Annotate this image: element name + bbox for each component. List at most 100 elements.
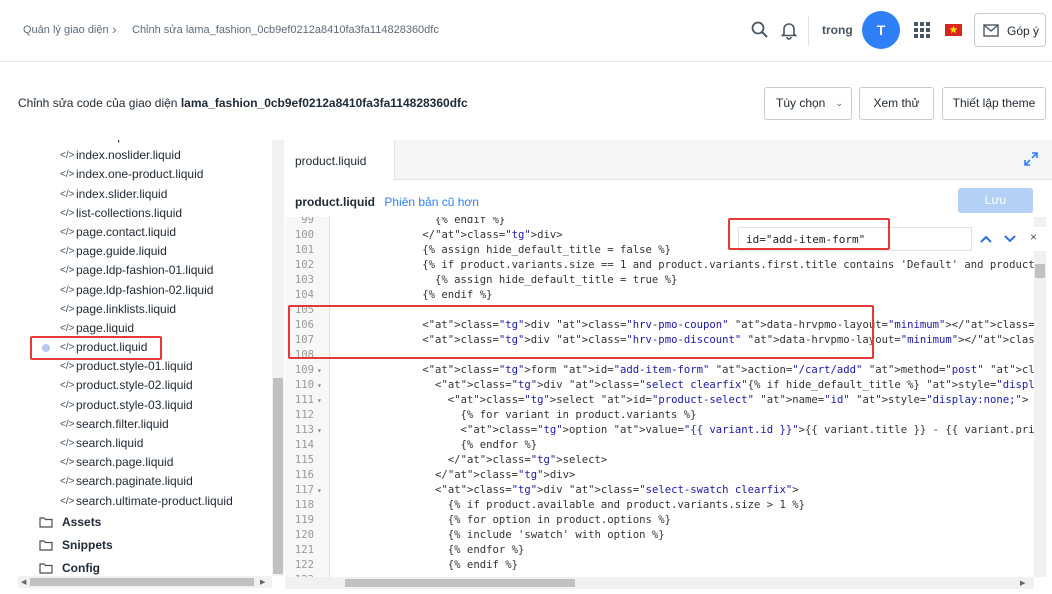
theme-settings-button[interactable]: Thiết lập theme bbox=[942, 87, 1046, 120]
user-name[interactable]: trong bbox=[822, 23, 853, 37]
topbar-divider bbox=[808, 16, 809, 46]
file-item[interactable]: </> index.one-product.liquid bbox=[18, 165, 270, 184]
fold-arrow-icon[interactable]: ▾ bbox=[317, 393, 322, 408]
find-previous-button[interactable] bbox=[976, 229, 996, 249]
code-line[interactable]: 118 {% if product.available and product.… bbox=[285, 498, 1039, 513]
editor-scroll-right-icon[interactable]: ▶ bbox=[1020, 579, 1025, 587]
code-line[interactable]: 108 bbox=[285, 348, 1039, 363]
search-icon[interactable] bbox=[750, 20, 770, 40]
code-text: {% endif %} bbox=[333, 559, 518, 571]
file-name: list-collections.liquid bbox=[76, 205, 183, 220]
code-line[interactable]: 109 ▾ <"at">class="tg">form "at">id="add-… bbox=[285, 363, 1039, 378]
tab-product-liquid[interactable]: product.liquid bbox=[285, 140, 395, 181]
code-line[interactable]: 110 ▾ <"at">class="tg">div "at">class="se… bbox=[285, 378, 1039, 393]
line-number: 100 bbox=[294, 229, 314, 241]
close-find-icon[interactable]: × bbox=[1030, 230, 1037, 244]
preview-button[interactable]: Xem thử bbox=[859, 87, 934, 120]
code-line[interactable]: 115 </"at">class="tg">select> bbox=[285, 453, 1039, 468]
scroll-right-icon[interactable]: ▶ bbox=[260, 578, 265, 586]
file-item[interactable]: </> index.slider.liquid bbox=[18, 185, 270, 204]
breadcrumb-edit-theme[interactable]: Chỉnh sửa lama_fashion_0cb9ef0212a8410fa… bbox=[132, 24, 439, 36]
code-text: {% include 'swatch' with option %} bbox=[333, 529, 665, 541]
fold-arrow-icon[interactable]: ▾ bbox=[317, 363, 322, 378]
folder-item[interactable]: Config bbox=[18, 557, 270, 576]
file-item[interactable]: </> page.guide.liquid bbox=[18, 242, 270, 261]
code-line[interactable]: 116 </"at">class="tg">div> bbox=[285, 468, 1039, 483]
scroll-left-icon[interactable]: ◀ bbox=[21, 578, 26, 586]
file-name: search.liquid bbox=[76, 436, 144, 450]
editor-hscroll-thumb[interactable] bbox=[345, 579, 575, 587]
find-input[interactable] bbox=[738, 227, 972, 251]
file-info-line: product.liquid Phiên bản cũ hơn bbox=[295, 195, 479, 209]
expand-icon[interactable] bbox=[1024, 152, 1038, 166]
breadcrumb-theme-manager[interactable]: Quản lý giao diện bbox=[23, 24, 109, 36]
code-line[interactable]: 120 {% include 'swatch' with option %} bbox=[285, 528, 1039, 543]
code-line[interactable]: 113 ▾ <"at">class="tg">option "at">value=… bbox=[285, 423, 1039, 438]
file-item[interactable]: </> search.liquid bbox=[18, 434, 270, 453]
sidebar-hscroll-thumb[interactable] bbox=[30, 578, 254, 586]
feedback-button[interactable]: Góp ý bbox=[974, 13, 1046, 47]
code-line[interactable]: 104 {% endif %} bbox=[285, 288, 1039, 303]
file-item[interactable]: </> page.linklists.liquid bbox=[18, 300, 270, 319]
code-line[interactable]: 106 <"at">class="tg">div "at">class="hrv… bbox=[285, 318, 1039, 333]
code-text: <"at">class="tg">div "at">class="select-… bbox=[333, 484, 799, 496]
code-line[interactable]: 122 {% endif %} bbox=[285, 558, 1039, 573]
code-line[interactable]: 119 {% for option in product.options %} bbox=[285, 513, 1039, 528]
line-number: 107 bbox=[294, 334, 314, 346]
avatar[interactable]: T bbox=[862, 11, 900, 49]
file-item[interactable]: </> product.style-03.liquid bbox=[18, 396, 270, 415]
older-version-link[interactable]: Phiên bản cũ hơn bbox=[384, 195, 479, 209]
options-dropdown[interactable]: Tùy chọn ⌄ bbox=[764, 87, 852, 120]
code-file-icon: </> bbox=[60, 399, 75, 411]
folder-item[interactable]: Snippets bbox=[18, 534, 270, 557]
code-area[interactable]: 99 {% endif %} 100 </"at">class="tg">div>… bbox=[285, 217, 1039, 579]
file-name: page.linklists.liquid bbox=[76, 301, 177, 316]
line-number: 110 bbox=[294, 379, 314, 391]
file-item[interactable]: </> product.liquid bbox=[18, 338, 270, 357]
code-text: </"at">class="tg">div> bbox=[333, 469, 576, 481]
code-file-icon: </> bbox=[60, 418, 75, 430]
folder-item[interactable]: Assets bbox=[18, 511, 270, 534]
file-name: page.guide.liquid bbox=[76, 244, 167, 259]
code-text: <"at">class="tg">form "at">id="add-item-… bbox=[333, 364, 1039, 376]
code-line[interactable]: 114 {% endfor %} bbox=[285, 438, 1039, 453]
code-line[interactable]: 121 {% endfor %} bbox=[285, 543, 1039, 558]
bell-icon[interactable] bbox=[779, 20, 799, 40]
fold-arrow-icon[interactable]: ▾ bbox=[317, 423, 322, 438]
line-number: 122 bbox=[294, 559, 314, 571]
file-item[interactable]: </> search.paginate.liquid bbox=[18, 472, 270, 491]
folder-name: Config bbox=[62, 560, 100, 575]
code-line[interactable]: 102 {% if product.variants.size == 1 and… bbox=[285, 258, 1039, 273]
code-line[interactable]: 105 bbox=[285, 303, 1039, 318]
line-number: 114 bbox=[294, 439, 314, 451]
file-item[interactable]: </> search.page.liquid bbox=[18, 453, 270, 472]
code-line[interactable]: 107 <"at">class="tg">div "at">class="hrv… bbox=[285, 333, 1039, 348]
file-item[interactable]: </> list-collections.liquid bbox=[18, 204, 270, 223]
file-item[interactable]: </> search.filter.liquid bbox=[18, 415, 270, 434]
file-item[interactable]: </> page.ldp-fashion-01.liquid bbox=[18, 261, 270, 280]
file-item[interactable]: </> page.contact.liquid bbox=[18, 223, 270, 242]
code-text: </"at">class="tg">select> bbox=[333, 454, 608, 466]
code-line[interactable]: 117 ▾ <"at">class="tg">div "at">class="se… bbox=[285, 483, 1039, 498]
file-item[interactable]: </> page.liquid bbox=[18, 319, 270, 338]
vietnam-flag-icon[interactable] bbox=[945, 24, 962, 36]
file-item[interactable]: </> index.noslider.liquid bbox=[18, 146, 270, 165]
save-button[interactable]: Lưu bbox=[958, 188, 1033, 213]
code-line[interactable]: 103 {% assign hide_default_title = true … bbox=[285, 273, 1039, 288]
find-next-button[interactable] bbox=[1000, 229, 1020, 249]
file-item[interactable]: </> product.style-01.liquid bbox=[18, 357, 270, 376]
file-item[interactable]: </> page.ldp-fashion-02.liquid bbox=[18, 281, 270, 300]
file-item[interactable]: </> search.ultimate-product.liquid bbox=[18, 492, 270, 511]
code-line[interactable]: 112 {% for variant in product.variants %… bbox=[285, 408, 1039, 423]
current-file-name: product.liquid bbox=[295, 195, 375, 209]
line-number: 104 bbox=[294, 289, 314, 301]
editor-scroll-thumb[interactable] bbox=[1035, 264, 1045, 278]
file-name: product.style-02.liquid bbox=[76, 378, 193, 393]
code-line[interactable]: 111 ▾ <"at">class="tg">select "at">id="pr… bbox=[285, 393, 1039, 408]
fold-arrow-icon[interactable]: ▾ bbox=[317, 378, 322, 393]
file-item[interactable]: </> product.style-02.liquid bbox=[18, 376, 270, 395]
sidebar-scroll-thumb[interactable] bbox=[273, 378, 283, 574]
apps-grid-icon[interactable] bbox=[912, 20, 932, 40]
fold-arrow-icon[interactable]: ▾ bbox=[317, 483, 322, 498]
file-name: search.page.liquid bbox=[76, 455, 174, 470]
